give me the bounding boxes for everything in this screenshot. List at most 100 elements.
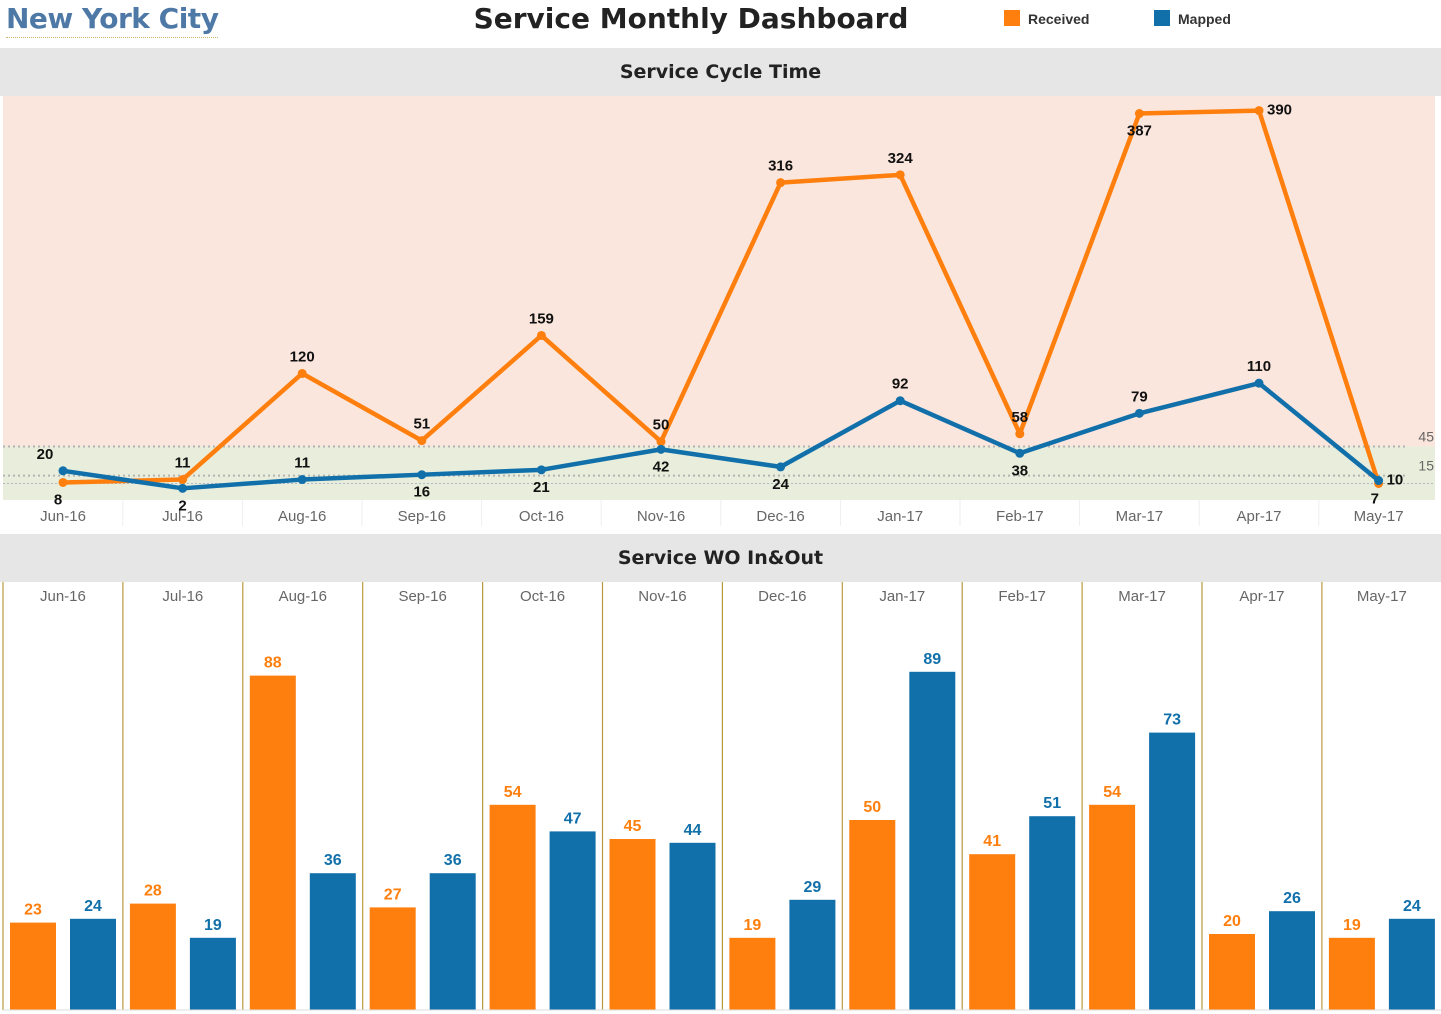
received-data-label: 58 xyxy=(1011,409,1028,426)
column-header: Nov-16 xyxy=(638,588,686,605)
mapped-bar xyxy=(669,842,716,1010)
x-tick-label: May-17 xyxy=(1354,508,1404,525)
mapped-bar xyxy=(1029,816,1076,1010)
mapped-bar xyxy=(549,831,596,1010)
mapped-point xyxy=(58,466,68,476)
received-point xyxy=(1254,106,1264,116)
mapped-bar-label: 51 xyxy=(1043,795,1061,812)
received-bar-label: 23 xyxy=(24,902,42,919)
mapped-point xyxy=(1134,408,1144,418)
received-bar xyxy=(10,922,56,1010)
wo-in-out-bar-chart: Jun-16 23 24 Jul-16 28 19 Aug-16 88 36 Sep-16 27 36… xyxy=(2,582,1441,1011)
received-data-label: 316 xyxy=(768,158,793,175)
mapped-bar xyxy=(70,918,116,1010)
received-bar xyxy=(729,937,776,1010)
band-1 xyxy=(3,446,1435,500)
mapped-data-label: 110 xyxy=(1247,358,1271,375)
received-data-label: 50 xyxy=(653,417,670,434)
received-bar-label: 50 xyxy=(863,799,881,816)
mapped-bar xyxy=(1149,732,1196,1010)
received-bar-label: 19 xyxy=(1343,917,1361,934)
column-header: May-17 xyxy=(1357,588,1407,605)
received-point xyxy=(1015,429,1025,439)
legend-item-received[interactable]: Received xyxy=(1004,10,1089,27)
column-header: Oct-16 xyxy=(520,588,565,605)
mapped-data-label: 11 xyxy=(294,455,310,472)
column-header: Jul-16 xyxy=(162,588,203,605)
x-tick-label: Jan-17 xyxy=(877,508,923,525)
mapped-data-label: 38 xyxy=(1011,462,1028,479)
x-tick-label: Jun-16 xyxy=(40,508,86,525)
received-data-label: 7 xyxy=(1371,490,1379,507)
legend-item-mapped[interactable]: Mapped xyxy=(1154,10,1231,27)
cycle-time-line-chart: 4515Jun-16 Jul-16 Aug-16 Sep-16 Oct-16 Nov-16… xyxy=(3,96,1435,526)
mapped-data-label: 10 xyxy=(1387,472,1404,489)
mapped-bar xyxy=(309,873,356,1010)
received-data-label: 8 xyxy=(54,491,62,508)
x-tick-label: Aug-16 xyxy=(278,508,326,525)
mapped-point xyxy=(178,483,188,493)
mapped-bar-label: 26 xyxy=(1283,890,1301,907)
mapped-bar xyxy=(909,671,956,1010)
mapped-bar xyxy=(1269,911,1315,1010)
mapped-bar-label: 29 xyxy=(804,879,822,896)
received-bar xyxy=(1209,934,1255,1010)
received-bar-label: 19 xyxy=(744,917,762,934)
received-point xyxy=(58,477,68,487)
received-data-label: 390 xyxy=(1267,102,1292,119)
mapped-point xyxy=(1374,476,1384,486)
received-point xyxy=(895,170,905,180)
received-bar-label: 88 xyxy=(264,655,282,672)
column-header: Jun-16 xyxy=(40,588,86,605)
mapped-point xyxy=(417,470,427,480)
mapped-data-label: 42 xyxy=(653,458,670,475)
column-header: Sep-16 xyxy=(398,588,446,605)
mapped-bar-label: 47 xyxy=(564,810,582,827)
received-bar xyxy=(369,907,416,1010)
mapped-bar-label: 36 xyxy=(324,852,342,869)
x-tick-label: Mar-17 xyxy=(1116,508,1164,525)
mapped-swatch-icon xyxy=(1154,10,1170,26)
mapped-point xyxy=(895,396,905,406)
reference-label-15: 15 xyxy=(1418,458,1434,474)
received-data-label: 51 xyxy=(413,416,430,433)
mapped-bar xyxy=(789,899,836,1010)
legend-label-received: Received xyxy=(1028,11,1090,27)
mapped-bar-label: 19 xyxy=(204,917,222,934)
received-data-label: 324 xyxy=(888,150,914,167)
mapped-bar-label: 89 xyxy=(923,651,941,668)
received-bar xyxy=(1328,937,1375,1010)
received-bar xyxy=(489,804,536,1010)
column-header: Feb-17 xyxy=(998,588,1046,605)
received-bar-label: 41 xyxy=(983,833,1001,850)
mapped-point xyxy=(1015,448,1025,458)
received-bar-label: 20 xyxy=(1223,913,1241,930)
received-point xyxy=(1134,109,1144,119)
mapped-data-label: 24 xyxy=(772,476,789,493)
received-point xyxy=(656,437,666,447)
mapped-bar-label: 36 xyxy=(444,852,462,869)
x-tick-label: Oct-16 xyxy=(519,508,564,525)
cycle-time-header: Service Cycle Time xyxy=(0,48,1441,96)
mapped-data-label: 79 xyxy=(1131,388,1148,405)
received-data-label: 159 xyxy=(529,310,554,327)
received-data-label: 11 xyxy=(175,455,191,472)
mapped-bar xyxy=(429,873,476,1010)
mapped-bar xyxy=(189,937,236,1010)
x-tick-label: Nov-16 xyxy=(637,508,685,525)
received-point xyxy=(776,178,786,188)
mapped-bar xyxy=(1388,918,1435,1010)
legend-label-mapped: Mapped xyxy=(1178,11,1231,27)
mapped-point xyxy=(776,462,786,472)
received-bar-label: 27 xyxy=(384,886,402,903)
mapped-data-label: 2 xyxy=(178,497,186,514)
received-bar-label: 54 xyxy=(504,784,522,801)
mapped-bar-label: 24 xyxy=(84,898,102,915)
column-header: Aug-16 xyxy=(279,588,327,605)
reference-label-45: 45 xyxy=(1418,428,1434,444)
mapped-data-label: 21 xyxy=(533,479,550,496)
column-header: Jan-17 xyxy=(879,588,925,605)
column-header: Dec-16 xyxy=(758,588,806,605)
received-point xyxy=(178,475,188,485)
mapped-data-label: 20 xyxy=(37,446,54,463)
